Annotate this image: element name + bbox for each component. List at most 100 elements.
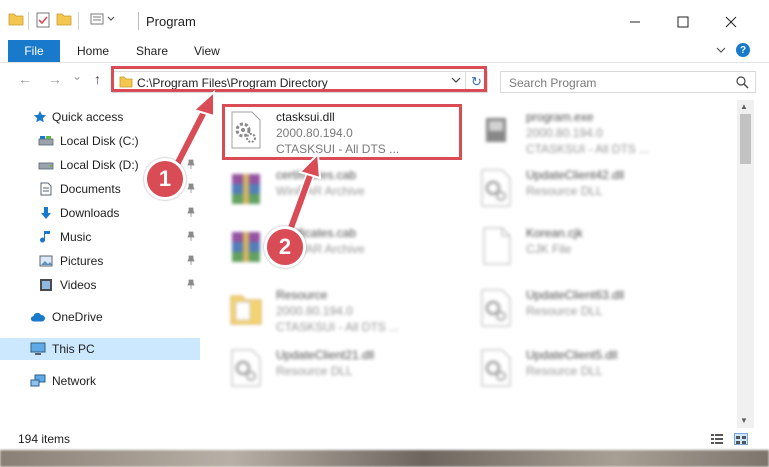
- file-type: Resource DLL: [276, 364, 353, 378]
- drive-icon: [38, 133, 54, 149]
- video-icon: [38, 277, 54, 293]
- sidebar-item-label: Local Disk (C:): [60, 134, 139, 148]
- title-divider: [138, 12, 139, 30]
- status-bar: 194 items: [0, 428, 769, 450]
- address-highlight: [111, 66, 487, 92]
- forward-button[interactable]: →: [48, 71, 62, 87]
- new-folder-icon[interactable]: [56, 12, 72, 30]
- vertical-scrollbar[interactable]: ▲ ▼: [737, 100, 754, 428]
- dll-gear-icon: [478, 288, 518, 330]
- pin-icon[interactable]: [186, 159, 196, 172]
- file-name: UpdateClient5.dll: [526, 348, 618, 362]
- sidebar-item-pictures[interactable]: Pictures: [0, 250, 200, 272]
- file-version: 2000.80.194.0: [276, 304, 353, 318]
- tiles-view-icon[interactable]: [734, 433, 748, 445]
- file-item-certificates-cab[interactable]: certificates.cab WinRAR Archive: [228, 164, 458, 216]
- cloud-icon: [30, 309, 46, 325]
- pin-icon[interactable]: [186, 207, 196, 220]
- tab-view[interactable]: View: [194, 44, 220, 58]
- computer-icon: [30, 341, 46, 357]
- dll-gear-icon: [478, 348, 518, 390]
- sidebar-item-quick-access[interactable]: Quick access: [0, 106, 200, 128]
- sidebar-item-label: Pictures: [60, 254, 104, 268]
- close-button[interactable]: [708, 8, 754, 36]
- file-item-certificates-cab-2[interactable]: certificates.cab WinRAR Archive: [228, 222, 458, 274]
- picture-icon: [38, 253, 54, 269]
- file-name: Resource: [276, 288, 328, 302]
- file-tab[interactable]: File: [8, 40, 60, 62]
- up-button[interactable]: ↑: [94, 71, 101, 87]
- file-name: UpdateClient42.dll: [526, 168, 625, 182]
- file-version: 2000.80.194.0: [526, 126, 603, 140]
- help-button[interactable]: ?: [736, 43, 750, 57]
- customize-toolbar-icon[interactable]: [90, 12, 118, 30]
- music-icon: [38, 229, 54, 245]
- sidebar-item-videos[interactable]: Videos: [0, 274, 200, 296]
- toolbar-divider: [78, 12, 79, 30]
- tab-home[interactable]: Home: [77, 44, 109, 58]
- scroll-up-icon[interactable]: ▲: [740, 102, 748, 111]
- minimize-button[interactable]: [612, 8, 658, 36]
- sidebar-item-downloads[interactable]: Downloads: [0, 202, 200, 224]
- back-button[interactable]: ←: [18, 71, 32, 87]
- maximize-button[interactable]: [660, 8, 706, 36]
- scroll-down-icon[interactable]: ▼: [740, 416, 748, 425]
- file-type: CJK File: [526, 242, 572, 256]
- file-item-updateclient21-dll[interactable]: UpdateClient21.dll Resource DLL: [228, 344, 458, 396]
- sidebar-item-label: Local Disk (D:): [60, 158, 139, 172]
- sidebar-item-network[interactable]: Network: [0, 370, 200, 392]
- drive-icon: [38, 157, 54, 173]
- file-description: CTASKSUI - All DTS ...: [526, 142, 650, 156]
- file-item-program-exe[interactable]: program.exe 2000.80.194.0 CTASKSUI - All…: [478, 106, 708, 158]
- file-item-updateclient5-dll[interactable]: UpdateClient5.dll Resource DLL: [478, 344, 708, 396]
- title-bar: Program: [0, 0, 769, 40]
- star-icon: [32, 109, 48, 125]
- file-item-updateclient63-dll[interactable]: UpdateClient63.dll Resource DLL: [478, 284, 708, 336]
- sidebar-item-local-disk-c[interactable]: Local Disk (C:): [0, 130, 200, 152]
- step-2-badge: 2: [264, 226, 306, 268]
- sidebar-item-label: Documents: [60, 182, 121, 196]
- step-1-badge: 1: [144, 158, 186, 200]
- window-title: Program: [146, 14, 196, 29]
- pin-icon[interactable]: [186, 279, 196, 292]
- file-description: CTASKSUI - All DTS ...: [276, 320, 400, 334]
- details-view-icon[interactable]: [710, 433, 724, 445]
- pin-icon[interactable]: [186, 135, 196, 148]
- pin-icon[interactable]: [186, 231, 196, 244]
- pin-icon[interactable]: [186, 255, 196, 268]
- winrar-icon: [228, 168, 268, 210]
- document-icon: [38, 181, 54, 197]
- tab-share[interactable]: Share: [136, 44, 168, 58]
- file-type: Resource DLL: [526, 364, 603, 378]
- dll-gear-icon: [478, 168, 518, 210]
- file-name: UpdateClient21.dll: [276, 348, 375, 362]
- search-input[interactable]: Search Program: [500, 71, 756, 93]
- folder-icon: [228, 288, 268, 330]
- sidebar-item-label: Music: [60, 230, 92, 244]
- winrar-icon: [228, 226, 268, 268]
- file-item-resource-folder[interactable]: Resource 2000.80.194.0 CTASKSUI - All DT…: [228, 284, 458, 336]
- sidebar-item-this-pc[interactable]: This PC: [0, 338, 200, 360]
- sidebar-item-label: Network: [52, 374, 97, 388]
- file-name: UpdateClient63.dll: [526, 288, 625, 302]
- pin-icon[interactable]: [186, 183, 196, 196]
- file-item-updateclient42-dll[interactable]: UpdateClient42.dll Resource DLL: [478, 164, 708, 216]
- expand-ribbon-icon[interactable]: [716, 44, 726, 58]
- download-icon: [38, 205, 54, 221]
- scrollbar-thumb[interactable]: [740, 114, 751, 164]
- recent-locations-button[interactable]: ⌄: [72, 69, 82, 83]
- sidebar-item-label: OneDrive: [52, 310, 103, 324]
- sidebar-item-label: Downloads: [60, 206, 120, 220]
- sidebar-item-music[interactable]: Music: [0, 226, 200, 248]
- toolbar-divider: [28, 12, 29, 30]
- sidebar-item-label: Videos: [60, 278, 97, 292]
- properties-icon[interactable]: [36, 12, 50, 30]
- navigation-pane: Quick access Local Disk (C:) Local Disk …: [0, 100, 200, 424]
- sidebar-item-onedrive[interactable]: OneDrive: [0, 306, 200, 328]
- file-type: WinRAR Archive: [276, 184, 365, 198]
- search-icon: [735, 75, 749, 92]
- file-item-korean-cjk[interactable]: Korean.cjk CJK File: [478, 222, 708, 274]
- file-name: certificates.cab: [276, 168, 357, 182]
- folder-icon: [8, 12, 24, 30]
- exe-icon: [478, 110, 518, 152]
